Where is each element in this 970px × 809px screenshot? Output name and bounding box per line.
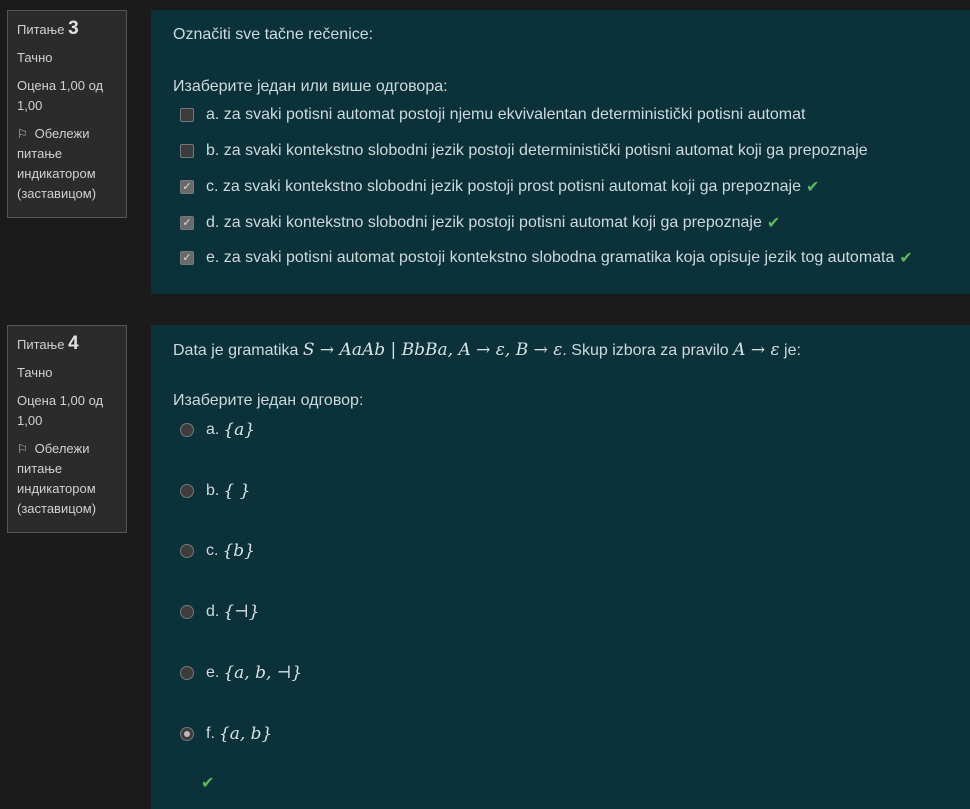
answer-option-b[interactable]: b. za svaki kontekstno slobodni jezik po… [180, 142, 868, 160]
flag-question-link[interactable]: ⚐ Обележи питање индикатором (заставицом… [17, 124, 117, 204]
correct-check-icon: ✔ [899, 250, 913, 267]
flag-icon: ⚐ [17, 127, 28, 141]
question-info-q3: Питање 3 Тачно Оцена 1,00 од 1,00 ⚐ Обел… [7, 10, 127, 218]
checkbox[interactable] [180, 108, 194, 122]
checkbox[interactable] [180, 144, 194, 158]
answer-option-d[interactable]: ✓ d. za svaki kontekstno slobodni jezik … [180, 213, 780, 233]
answer-prompt: Изаберите један одговор: [173, 392, 364, 409]
answer-option-f[interactable]: f. {a, b} [180, 724, 272, 744]
question-number: Питање 3 [17, 18, 79, 39]
question-text: Data je gramatika S → AaAb | BbBa, A → ε… [173, 340, 801, 360]
grammar-formula: S → AaAb | BbBa, A → ε, B → ε [302, 340, 563, 360]
question-content-q3: Označiti sve tačne rečenice: Изаберите ј… [151, 10, 970, 294]
rule-formula: A → ε [733, 340, 780, 360]
checkbox-checked[interactable]: ✓ [180, 251, 194, 265]
radio-button[interactable] [180, 484, 194, 498]
radio-button[interactable] [180, 666, 194, 680]
radio-button[interactable] [180, 605, 194, 619]
answer-option-a[interactable]: a. {a} [180, 420, 255, 440]
question-grade: Оцена 1,00 од 1,00 [17, 78, 104, 113]
question-text: Označiti sve tačne rečenice: [173, 26, 374, 43]
correct-check-icon: ✔ [806, 179, 820, 196]
answer-option-c[interactable]: ✓ c. za svaki kontekstno slobodni jezik … [180, 177, 819, 197]
flag-question-link[interactable]: ⚐ Обележи питање индикатором (заставицом… [17, 439, 117, 519]
correct-check-icon: ✔ [201, 775, 215, 792]
answer-prompt: Изаберите један или више одговора: [173, 78, 448, 95]
answer-option-c[interactable]: c. {b} [180, 541, 255, 561]
answer-option-b[interactable]: b.{ } [180, 481, 250, 501]
checkbox-checked[interactable]: ✓ [180, 180, 194, 194]
answer-option-e[interactable]: e. {a, b, ⊣} [180, 663, 302, 683]
radio-button-selected[interactable] [180, 727, 194, 741]
correct-check-icon: ✔ [766, 215, 781, 232]
checkbox-checked[interactable]: ✓ [180, 216, 194, 230]
question-info-q4: Питање 4 Тачно Оцена 1,00 од 1,00 ⚐ Обел… [7, 325, 127, 533]
answer-option-d[interactable]: d. {⊣} [180, 602, 260, 622]
question-number: Питање 4 [17, 333, 79, 354]
radio-button[interactable] [180, 423, 194, 437]
answer-option-e[interactable]: ✓ e. za svaki potisni automat postoji ko… [180, 248, 913, 268]
question-state: Тачно [17, 50, 53, 65]
radio-button[interactable] [180, 544, 194, 558]
correct-feedback: ✔ [201, 773, 214, 793]
flag-icon: ⚐ [17, 442, 28, 456]
answer-option-a[interactable]: a. za svaki potisni automat postoji njem… [180, 106, 805, 124]
question-state: Тачно [17, 365, 53, 380]
question-grade: Оцена 1,00 од 1,00 [17, 393, 104, 428]
question-content-q4: Data je gramatika S → AaAb | BbBa, A → ε… [151, 325, 970, 809]
